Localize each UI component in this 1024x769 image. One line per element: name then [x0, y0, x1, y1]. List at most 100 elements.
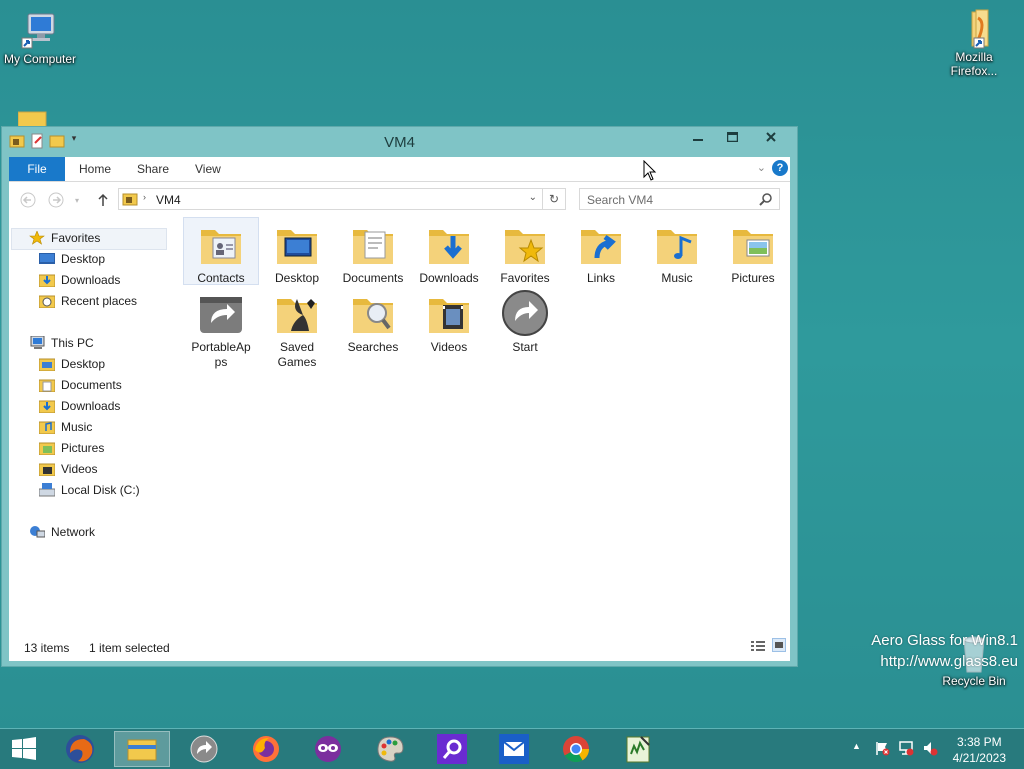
- details-view-icon[interactable]: [750, 639, 766, 656]
- help-icon[interactable]: ?: [772, 160, 788, 176]
- tab-share[interactable]: Share: [137, 157, 169, 181]
- nav-favorites-desktop[interactable]: Desktop: [39, 249, 105, 269]
- breadcrumb-separator-icon[interactable]: ›: [143, 192, 146, 202]
- folder-icon: [38, 357, 56, 372]
- nav-label: This PC: [51, 336, 94, 350]
- portableapps-icon: [197, 289, 245, 337]
- minimize-button[interactable]: [681, 127, 714, 147]
- item-searches[interactable]: Searches: [336, 287, 410, 355]
- item-links[interactable]: Links: [564, 218, 638, 286]
- status-bar: 13 items 1 item selected: [9, 633, 790, 661]
- navigation-pane: Favorites Desktop Downloads Recent place…: [9, 216, 174, 633]
- address-bar[interactable]: › VM4 ⌄ ↻: [118, 188, 566, 210]
- address-dropdown-icon[interactable]: ⌄: [529, 192, 537, 203]
- clock[interactable]: 3:38 PM 4/21/2023: [953, 734, 1006, 766]
- tab-home[interactable]: Home: [79, 157, 111, 181]
- nav-thispc-music[interactable]: Music: [38, 417, 92, 437]
- folder-icon: [38, 399, 56, 414]
- nav-thispc-videos[interactable]: Videos: [38, 459, 97, 479]
- start-button[interactable]: [0, 731, 48, 767]
- expand-ribbon-icon[interactable]: ⌄: [757, 161, 766, 174]
- large-icons-view-icon[interactable]: [772, 638, 786, 652]
- taskbar-firefox[interactable]: [52, 731, 108, 767]
- taskbar-firefox-alt[interactable]: [238, 731, 294, 767]
- item-videos[interactable]: Videos: [412, 287, 486, 355]
- portableapps-icon: [190, 735, 218, 763]
- item-label: Contacts: [197, 271, 245, 285]
- nav-thispc-pictures[interactable]: Pictures: [38, 438, 104, 458]
- item-label: Music: [661, 271, 693, 285]
- item-downloads[interactable]: Downloads: [412, 218, 486, 286]
- item-desktop[interactable]: Desktop: [260, 218, 334, 286]
- taskbar-chrome[interactable]: [548, 731, 604, 767]
- up-button[interactable]: [94, 191, 112, 209]
- item-favorites[interactable]: Favorites: [488, 218, 562, 286]
- clock-date: 4/21/2023: [952, 751, 1006, 765]
- nav-label: Recent places: [61, 294, 138, 308]
- item-label: PortableAp ps: [191, 340, 251, 369]
- window-controls: [681, 127, 791, 147]
- volume-muted-icon[interactable]: [922, 740, 938, 759]
- nav-favorites-recent-places[interactable]: Recent places: [38, 291, 138, 311]
- desktop-icon-label: Mozilla Firefox...: [950, 50, 998, 78]
- close-button[interactable]: [751, 127, 791, 147]
- content-area: Favorites Desktop Downloads Recent place…: [9, 216, 790, 633]
- ribbon-tabs: File Home Share View ⌄ ?: [9, 157, 790, 182]
- breadcrumb-vm4[interactable]: VM4: [156, 193, 181, 207]
- watermark-line2: http://www.glass8.eu: [880, 653, 1018, 670]
- nav-thispc-local-disk[interactable]: Local Disk (C:): [38, 480, 140, 500]
- taskbar-paint[interactable]: [362, 731, 418, 767]
- links-folder-icon: [577, 220, 625, 268]
- network-tray-icon[interactable]: [898, 740, 914, 759]
- nav-thispc-documents[interactable]: Documents: [38, 375, 122, 395]
- clock-time: 3:38 PM: [956, 735, 1002, 749]
- search-box[interactable]: Search VM4: [579, 188, 780, 210]
- show-hidden-icons[interactable]: ▲: [852, 741, 861, 751]
- nav-favorites[interactable]: Favorites: [29, 228, 100, 248]
- item-pictures[interactable]: Pictures: [716, 218, 790, 286]
- contacts-folder-icon: [197, 220, 245, 268]
- item-contacts[interactable]: Contacts: [183, 217, 259, 285]
- item-portableapps[interactable]: PortableAp ps: [184, 287, 258, 370]
- nav-label: Local Disk (C:): [61, 483, 140, 497]
- nav-network[interactable]: Network: [29, 522, 95, 542]
- nav-favorites-downloads[interactable]: Downloads: [38, 270, 120, 290]
- recent-locations-icon[interactable]: ▾: [71, 191, 83, 209]
- item-start[interactable]: Start: [488, 287, 562, 355]
- back-button[interactable]: [19, 191, 37, 209]
- search-icon[interactable]: [759, 192, 773, 209]
- selection-count: 1 item selected: [89, 641, 170, 655]
- taskbar: ▲ 3:38 PM 4/21/2023: [0, 728, 1024, 769]
- nav-this-pc[interactable]: This PC: [29, 333, 94, 353]
- nav-thispc-downloads[interactable]: Downloads: [38, 396, 120, 416]
- taskbar-notepad[interactable]: [610, 731, 666, 767]
- taskbar-mail[interactable]: [486, 731, 542, 767]
- tab-view[interactable]: View: [195, 157, 221, 181]
- start-icon: [501, 289, 549, 337]
- taskbar-portableapps[interactable]: [176, 731, 232, 767]
- desktop-icon-my-computer[interactable]: My Computer: [0, 10, 80, 66]
- desktop-icon-label: My Computer: [3, 52, 77, 66]
- windows-logo-icon: [12, 737, 36, 760]
- action-center-flag-icon[interactable]: [874, 740, 890, 759]
- taskbar-file-explorer[interactable]: [114, 731, 170, 767]
- mail-icon: [499, 734, 529, 764]
- item-label: Pictures: [731, 271, 775, 285]
- forward-button[interactable]: [47, 191, 65, 209]
- watermark-line1: Aero Glass for Win8.1: [871, 632, 1018, 649]
- location-icon: [122, 192, 138, 209]
- title-bar[interactable]: ▾ VM4: [2, 127, 797, 157]
- item-saved-games[interactable]: Saved Games: [260, 287, 334, 370]
- taskbar-search-app[interactable]: [424, 731, 480, 767]
- item-count: 13 items: [24, 641, 70, 655]
- refresh-button[interactable]: ↻: [542, 189, 565, 209]
- taskbar-mask-app[interactable]: [300, 731, 356, 767]
- firefox-icon: [253, 736, 279, 762]
- desktop-icon-firefox-folder[interactable]: Mozilla Firefox...: [934, 8, 1014, 78]
- item-documents[interactable]: Documents: [336, 218, 410, 286]
- item-music[interactable]: Music: [640, 218, 714, 286]
- nav-thispc-desktop[interactable]: Desktop: [38, 354, 105, 374]
- tab-file[interactable]: File: [9, 157, 65, 181]
- search-input[interactable]: Search VM4: [587, 193, 653, 207]
- maximize-button[interactable]: [716, 127, 749, 147]
